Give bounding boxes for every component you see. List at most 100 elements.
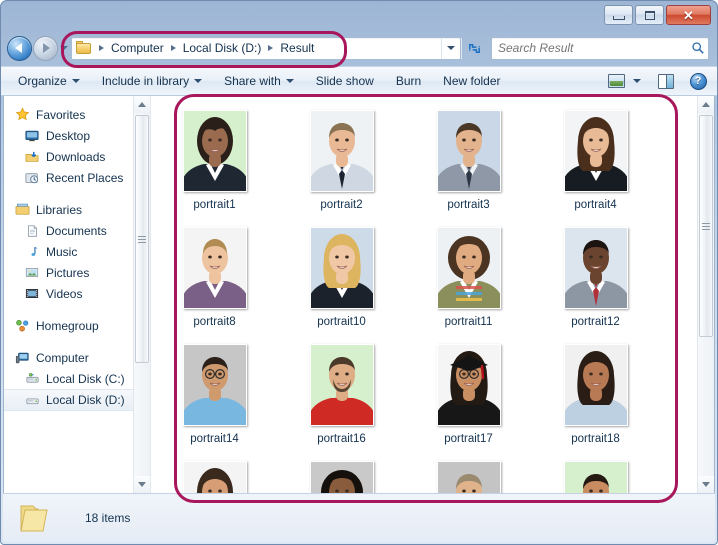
portrait-thumbnail[interactable] [436, 227, 501, 309]
portrait-thumbnail[interactable] [563, 344, 628, 426]
sidebar-item-local-disk-c[interactable]: Local Disk (C:) [4, 368, 150, 389]
recent-pages-button[interactable] [58, 36, 69, 61]
scroll-down-button[interactable] [698, 476, 714, 493]
portrait-thumbnail[interactable] [436, 110, 501, 192]
sidebar-item-libraries[interactable]: Libraries [4, 199, 150, 220]
file-item-portrait14[interactable]: portrait14 [151, 344, 278, 461]
file-item-portrait4[interactable]: portrait4 [532, 110, 659, 227]
navigation-bar: Computer Local Disk (D:) Result [1, 30, 717, 66]
portrait-thumbnail[interactable] [436, 461, 501, 493]
file-item-portrait12[interactable]: portrait12 [532, 227, 659, 344]
address-bar[interactable]: Computer Local Disk (D:) Result [71, 36, 461, 60]
portrait-thumbnail[interactable] [563, 110, 628, 192]
file-name-label: portrait2 [320, 199, 363, 211]
file-item-portrait10[interactable]: portrait10 [278, 227, 405, 344]
sidebar-item-local-disk-d[interactable]: Local Disk (D:) [4, 389, 150, 411]
scroll-up-button[interactable] [134, 96, 150, 113]
portrait-thumbnail[interactable] [182, 344, 247, 426]
content-scrollbar[interactable] [697, 96, 714, 493]
sidebar-item-pictures[interactable]: Pictures [4, 262, 150, 283]
thumbnail-wrapper [436, 227, 501, 309]
portrait-thumbnail[interactable] [563, 461, 628, 493]
maximize-button[interactable] [635, 5, 664, 25]
sidebar-item-homegroup[interactable]: Homegroup [4, 315, 150, 336]
sidebar-item-downloads[interactable]: Downloads [4, 146, 150, 167]
toolbar-item-new-folder[interactable]: New folder [432, 69, 511, 93]
toolbar-item-share-with[interactable]: Share with [213, 69, 305, 93]
maximize-icon [644, 10, 655, 20]
breadcrumb-item-result[interactable]: Result [277, 38, 317, 59]
sidebar-scrollbar[interactable] [133, 96, 150, 493]
search-box[interactable] [491, 36, 709, 60]
thumbnail-row [151, 461, 697, 493]
thumbnail-wrapper [182, 227, 247, 309]
thumbnail-wrapper [436, 344, 501, 426]
search-icon[interactable] [688, 41, 708, 55]
sidebar-item-computer[interactable]: Computer [4, 347, 150, 368]
file-item-clipped[interactable] [532, 461, 659, 493]
scrollbar-thumb[interactable] [135, 115, 149, 363]
status-bar: 18 items [3, 493, 715, 542]
portrait-thumbnail[interactable] [436, 344, 501, 426]
chevron-down-icon [138, 482, 146, 487]
file-item-portrait18[interactable]: portrait18 [532, 344, 659, 461]
thumbnail-wrapper [309, 110, 374, 192]
close-icon: ✕ [683, 7, 694, 23]
help-button[interactable]: ? [685, 70, 711, 92]
change-view-button[interactable] [603, 70, 629, 92]
portrait-thumbnail[interactable] [309, 344, 374, 426]
toolbar-item-burn[interactable]: Burn [385, 69, 432, 93]
preview-pane-button[interactable] [653, 70, 679, 92]
file-item-portrait2[interactable]: portrait2 [278, 110, 405, 227]
file-item-portrait11[interactable]: portrait11 [405, 227, 532, 344]
portrait-thumbnail[interactable] [309, 227, 374, 309]
sidebar-item-favorites[interactable]: Favorites [4, 104, 150, 125]
sidebar-item-documents[interactable]: Documents [4, 220, 150, 241]
file-name-label: portrait17 [444, 433, 493, 445]
change-view-dropdown[interactable] [629, 70, 645, 92]
file-item-portrait1[interactable]: portrait1 [151, 110, 278, 227]
scrollbar-thumb[interactable] [699, 115, 713, 337]
portrait-thumbnail[interactable] [182, 227, 247, 309]
refresh-button[interactable] [461, 37, 486, 59]
file-item-portrait8[interactable]: portrait8 [151, 227, 278, 344]
file-item-portrait17[interactable]: portrait17 [405, 344, 532, 461]
title-bar: ✕ [1, 1, 717, 30]
sidebar-item-videos[interactable]: Videos [4, 283, 150, 304]
breadcrumb-item-local-disk-d[interactable]: Local Disk (D:) [180, 38, 265, 59]
recent-places-icon [24, 170, 40, 186]
file-item-portrait3[interactable]: portrait3 [405, 110, 532, 227]
portrait-thumbnail[interactable] [309, 110, 374, 192]
forward-button[interactable] [33, 35, 58, 61]
sidebar-item-recent-places[interactable]: Recent Places [4, 167, 150, 188]
portrait-thumbnail[interactable] [309, 461, 374, 493]
portrait-thumbnail[interactable] [563, 227, 628, 309]
toolbar-item-organize[interactable]: Organize [7, 69, 91, 93]
thumbnail-wrapper [309, 461, 374, 493]
toolbar-item-include-in-library[interactable]: Include in library [91, 69, 213, 93]
back-button[interactable] [7, 35, 32, 61]
file-item-portrait16[interactable]: portrait16 [278, 344, 405, 461]
minimize-button[interactable] [604, 5, 633, 25]
document-icon [24, 223, 40, 239]
scroll-down-button[interactable] [134, 476, 150, 493]
file-list-pane[interactable]: portrait1 portrait2 portrait3 portrait4 port… [151, 96, 714, 493]
address-dropdown-button[interactable] [441, 37, 460, 59]
chevron-down-icon [447, 46, 455, 50]
search-input[interactable] [492, 41, 688, 55]
close-button[interactable]: ✕ [666, 5, 711, 25]
portrait-thumbnail[interactable] [182, 461, 247, 493]
portrait-thumbnail[interactable] [182, 110, 247, 192]
sidebar-item-music[interactable]: Music [4, 241, 150, 262]
sidebar-item-desktop[interactable]: Desktop [4, 125, 150, 146]
file-item-clipped[interactable] [151, 461, 278, 493]
thumbnail-row: portrait8 portrait10 portrait11 portrait12 [151, 227, 697, 344]
file-item-clipped[interactable] [405, 461, 532, 493]
scroll-up-button[interactable] [698, 96, 714, 113]
toolbar-label: Organize [18, 74, 67, 88]
toolbar-item-slide-show[interactable]: Slide show [305, 69, 385, 93]
file-item-clipped[interactable] [278, 461, 405, 493]
grip-lines-icon [702, 221, 710, 232]
thumbnail-row: portrait14 portrait16 portrait17 portrait18 [151, 344, 697, 461]
breadcrumb-item-computer[interactable]: Computer [108, 38, 167, 59]
